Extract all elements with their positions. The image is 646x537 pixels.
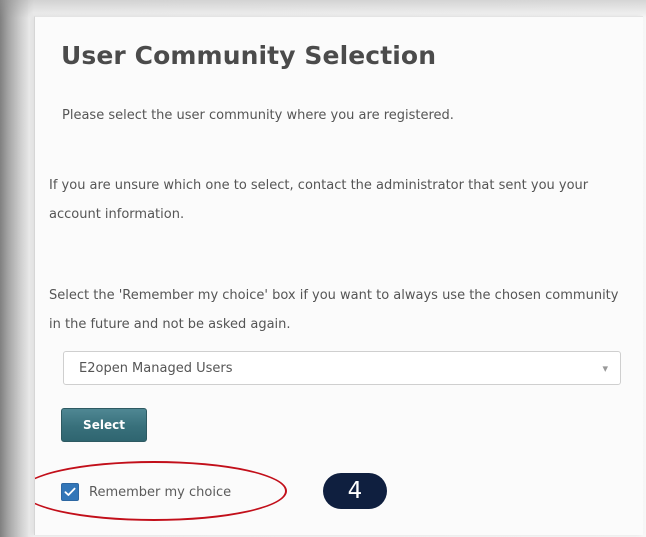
community-selection-card: User Community Selection Please select t…: [34, 16, 643, 535]
remember-choice-checkbox[interactable]: [61, 483, 79, 501]
check-icon: [64, 487, 76, 496]
remember-choice-row[interactable]: Remember my choice: [61, 478, 231, 506]
select-button[interactable]: Select: [61, 408, 147, 442]
remember-choice-label: Remember my choice: [89, 484, 232, 500]
unsure-help-text: If you are unsure which one to select, c…: [49, 178, 589, 222]
left-edge-shadow: [0, 0, 28, 537]
chevron-down-icon: ▾: [602, 361, 608, 375]
screenshot-stage: User Community Selection Please select t…: [0, 0, 646, 537]
page-title: User Community Selection: [61, 41, 437, 70]
intro-text: Please select the user community where y…: [62, 108, 454, 123]
step-number-badge: 4: [323, 473, 387, 509]
remember-help-text: Select the 'Remember my choice' box if y…: [49, 288, 619, 332]
community-select-dropdown[interactable]: E2open Managed Users ▾: [63, 351, 621, 385]
community-select-value: E2open Managed Users: [79, 360, 233, 376]
